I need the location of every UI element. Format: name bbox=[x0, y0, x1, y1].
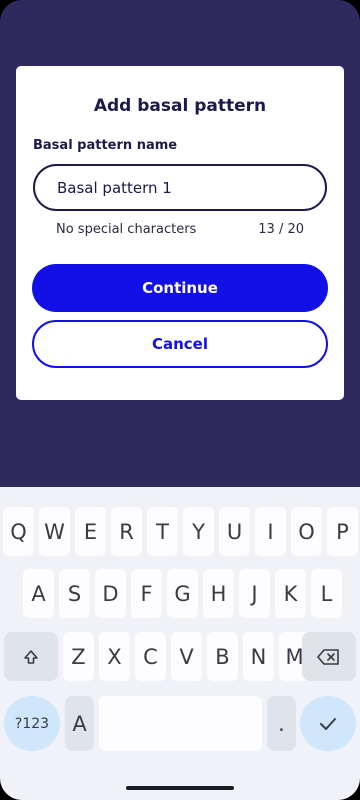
check-icon bbox=[320, 717, 336, 730]
helper-text: No special characters bbox=[56, 222, 197, 237]
key-j[interactable]: J bbox=[239, 569, 270, 618]
character-counter: 13 / 20 bbox=[258, 222, 304, 237]
space-bar[interactable] bbox=[99, 696, 262, 751]
key-s[interactable]: S bbox=[59, 569, 90, 618]
key-t[interactable]: T bbox=[147, 507, 178, 556]
continue-button[interactable]: Continue bbox=[32, 264, 328, 312]
key-l[interactable]: L bbox=[311, 569, 342, 618]
phone-screen: Add basal pattern Basal pattern name Bas… bbox=[0, 0, 360, 800]
backspace-icon bbox=[317, 648, 339, 665]
key-g[interactable]: G bbox=[167, 569, 198, 618]
key-u[interactable]: U bbox=[219, 507, 250, 556]
key-d[interactable]: D bbox=[95, 569, 126, 618]
period-key[interactable]: . bbox=[267, 696, 296, 751]
key-i[interactable]: I bbox=[255, 507, 286, 556]
enter-key[interactable] bbox=[300, 696, 356, 751]
key-y[interactable]: Y bbox=[183, 507, 214, 556]
basal-pattern-name-input[interactable]: Basal pattern 1 bbox=[33, 164, 327, 211]
gesture-nav-handle[interactable] bbox=[126, 786, 234, 790]
key-x[interactable]: X bbox=[99, 632, 130, 681]
key-a[interactable]: A bbox=[23, 569, 54, 618]
cancel-button[interactable]: Cancel bbox=[32, 320, 328, 368]
dialog-title: Add basal pattern bbox=[93, 96, 267, 116]
field-label: Basal pattern name bbox=[33, 138, 178, 153]
key-c[interactable]: C bbox=[135, 632, 166, 681]
key-q[interactable]: Q bbox=[3, 507, 34, 556]
symbols-key[interactable]: ?123 bbox=[4, 696, 60, 751]
key-f[interactable]: F bbox=[131, 569, 162, 618]
shift-icon bbox=[24, 649, 38, 664]
key-h[interactable]: H bbox=[203, 569, 234, 618]
input-value: Basal pattern 1 bbox=[57, 178, 172, 197]
key-w[interactable]: W bbox=[39, 507, 70, 556]
on-screen-keyboard: Q W E R T Y U I O P A S D F G H J K L Z … bbox=[0, 487, 360, 800]
key-r[interactable]: R bbox=[111, 507, 142, 556]
key-n[interactable]: N bbox=[243, 632, 274, 681]
mode-key[interactable]: A bbox=[65, 696, 94, 751]
key-o[interactable]: O bbox=[291, 507, 322, 556]
key-e[interactable]: E bbox=[75, 507, 106, 556]
shift-key[interactable] bbox=[4, 632, 58, 681]
key-b[interactable]: B bbox=[207, 632, 238, 681]
key-z[interactable]: Z bbox=[63, 632, 94, 681]
backspace-key[interactable] bbox=[302, 632, 356, 681]
key-p[interactable]: P bbox=[327, 507, 358, 556]
key-k[interactable]: K bbox=[275, 569, 306, 618]
key-v[interactable]: V bbox=[171, 632, 202, 681]
